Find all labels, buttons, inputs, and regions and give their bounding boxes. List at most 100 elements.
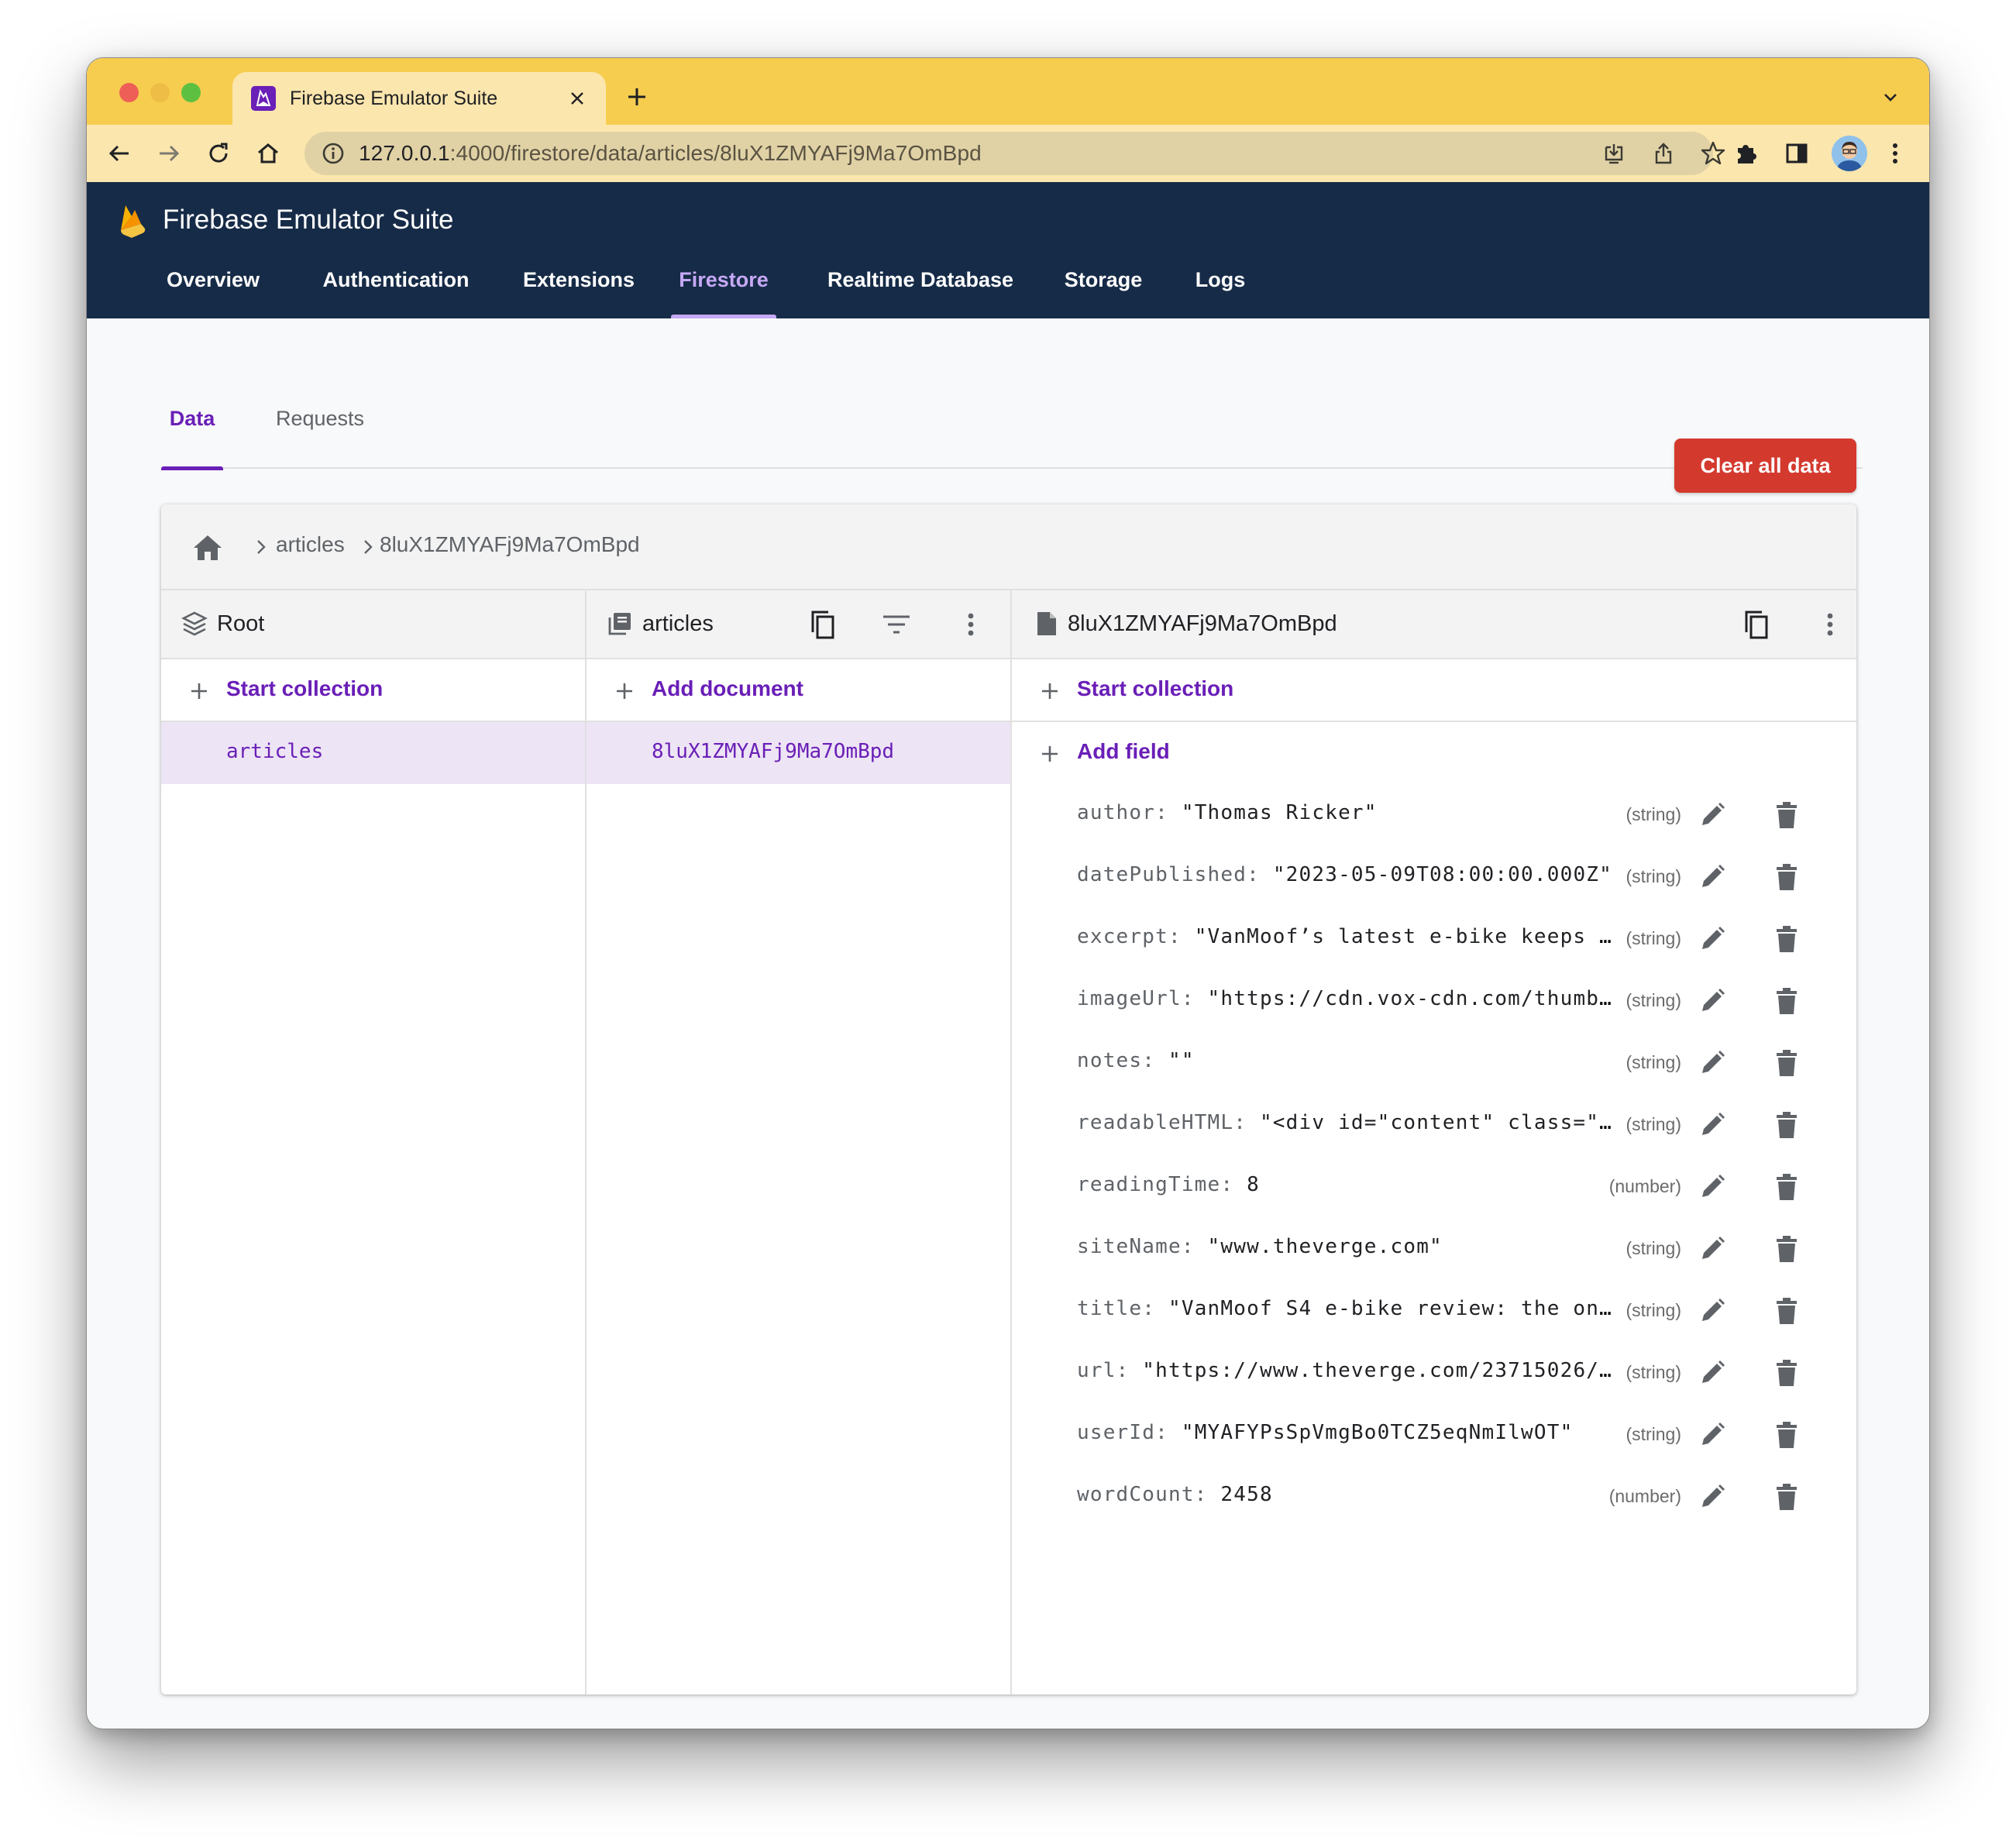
clear-all-data-button[interactable]: Clear all data <box>1674 439 1856 493</box>
field-value: "2023-05-09T08:00:00.000Z" <box>1272 863 1612 886</box>
add-field-button[interactable]: Add field <box>1012 722 1856 785</box>
field-row: siteName: "www.theverge.com" (string) <box>1012 1218 1856 1280</box>
delete-field-trash-icon[interactable] <box>1770 1170 1804 1204</box>
nav-tab-overview[interactable]: Overview <box>163 261 263 318</box>
delete-field-trash-icon[interactable] <box>1770 1294 1804 1328</box>
install-app-icon[interactable] <box>1598 138 1629 169</box>
site-info-icon[interactable] <box>322 142 345 165</box>
forward-arrow-icon[interactable] <box>150 135 187 172</box>
breadcrumb-document[interactable]: 8luX1ZMYAFj9Ma7OmBpd <box>380 532 640 557</box>
delete-field-trash-icon[interactable] <box>1770 1480 1804 1514</box>
field-value: "Thomas Ricker" <box>1181 801 1378 824</box>
close-tab-icon[interactable] <box>566 87 589 110</box>
field-entry: userId: "MYAFYPsSpVmgBo0TCZ5eqNmIlwOT" <box>1077 1421 1623 1444</box>
edit-field-pencil-icon[interactable] <box>1695 1418 1729 1452</box>
extensions-puzzle-icon[interactable] <box>1728 135 1765 172</box>
edit-field-pencil-icon[interactable] <box>1695 922 1729 956</box>
nav-tab-authentication[interactable]: Authentication <box>313 261 479 318</box>
profile-avatar[interactable] <box>1832 136 1867 171</box>
document-icon <box>1032 609 1061 638</box>
breadcrumb-home-icon[interactable] <box>191 532 225 563</box>
address-bar[interactable]: 127.0.0.1:4000/firestore/data/articles/8… <box>304 132 1725 175</box>
document-column: 8luX1ZMYAFj9Ma7OmBpd Start collection Ad <box>1012 590 1856 1694</box>
delete-field-trash-icon[interactable] <box>1770 860 1804 894</box>
browser-menu-icon[interactable] <box>1877 135 1914 172</box>
copy-collection-id-icon[interactable] <box>803 606 841 643</box>
edit-field-pencil-icon[interactable] <box>1695 984 1729 1018</box>
share-icon[interactable] <box>1648 138 1679 169</box>
field-key: readableHTML: <box>1077 1111 1247 1134</box>
edit-field-pencil-icon[interactable] <box>1695 1170 1729 1204</box>
nav-tab-storage[interactable]: Storage <box>1054 261 1153 318</box>
field-value: "<div id="content" class="cle… <box>1259 1111 1623 1134</box>
root-column: Root Start collection articles <box>161 590 587 1694</box>
filter-icon[interactable] <box>878 606 915 643</box>
plus-icon <box>1038 742 1061 765</box>
minimize-window-button[interactable] <box>150 83 170 102</box>
back-arrow-icon[interactable] <box>101 135 138 172</box>
edit-field-pencil-icon[interactable] <box>1695 798 1729 832</box>
edit-field-pencil-icon[interactable] <box>1695 1108 1729 1142</box>
side-panel-icon[interactable] <box>1778 135 1815 172</box>
breadcrumb-collection[interactable]: articles <box>276 532 345 557</box>
delete-field-trash-icon[interactable] <box>1770 798 1804 832</box>
reload-icon[interactable] <box>200 135 237 172</box>
delete-field-trash-icon[interactable] <box>1770 1108 1804 1142</box>
url-host: 127.0.0.1 <box>359 141 450 165</box>
field-key: imageUrl: <box>1077 987 1195 1010</box>
edit-field-pencil-icon[interactable] <box>1695 1480 1729 1514</box>
edit-field-pencil-icon[interactable] <box>1695 1294 1729 1328</box>
field-entry: title: "VanMoof S4 e-bike review: the on… <box>1077 1297 1623 1320</box>
tab-requests[interactable]: Requests <box>262 368 378 469</box>
collection-menu-icon[interactable] <box>952 606 989 643</box>
delete-field-trash-icon[interactable] <box>1770 1232 1804 1266</box>
edit-field-pencil-icon[interactable] <box>1695 860 1729 894</box>
field-type: (number) <box>1608 1176 1681 1196</box>
delete-field-trash-icon[interactable] <box>1770 984 1804 1018</box>
edit-field-pencil-icon[interactable] <box>1695 1046 1729 1080</box>
plus-icon <box>613 679 636 703</box>
tab-search-chevron-icon[interactable] <box>1875 81 1906 112</box>
document-list-item[interactable]: 8luX1ZMYAFj9Ma7OmBpd <box>587 722 1010 784</box>
breadcrumb-chevron-icon <box>251 536 271 558</box>
breadcrumb: articles 8luX1ZMYAFj9Ma7OmBpd <box>161 504 1856 590</box>
home-icon[interactable] <box>249 135 287 172</box>
field-entry: excerpt: "VanMoof’s latest e-bike keeps … <box>1077 925 1623 948</box>
collection-list-item[interactable]: articles <box>161 722 585 784</box>
app-title: Firebase Emulator Suite <box>163 205 454 235</box>
add-document-button[interactable]: Add document <box>587 659 1010 722</box>
document-menu-icon[interactable] <box>1811 606 1849 643</box>
close-window-button[interactable] <box>119 83 139 102</box>
edit-field-pencil-icon[interactable] <box>1695 1356 1729 1390</box>
nav-tab-firestore[interactable]: Firestore <box>671 261 776 318</box>
browser-tab[interactable]: Firebase Emulator Suite <box>232 72 606 125</box>
collection-icon <box>605 609 635 638</box>
field-entry: datePublished: "2023-05-09T08:00:00.000Z… <box>1077 863 1623 886</box>
field-value: "https://cdn.vox-cdn.com/thumbor/… <box>1207 987 1623 1010</box>
field-entry: readableHTML: "<div id="content" class="… <box>1077 1111 1623 1134</box>
delete-field-trash-icon[interactable] <box>1770 1418 1804 1452</box>
root-column-header: Root <box>161 590 585 659</box>
bookmark-star-icon[interactable] <box>1698 138 1729 169</box>
edit-field-pencil-icon[interactable] <box>1695 1232 1729 1266</box>
delete-field-trash-icon[interactable] <box>1770 1046 1804 1080</box>
copy-document-id-icon[interactable] <box>1737 606 1774 643</box>
tab-data[interactable]: Data <box>161 368 223 470</box>
field-type: (number) <box>1608 1486 1681 1506</box>
delete-field-trash-icon[interactable] <box>1770 922 1804 956</box>
firestore-data-panel: articles 8luX1ZMYAFj9Ma7OmBpd Root Start… <box>161 504 1856 1694</box>
field-entry: siteName: "www.theverge.com" <box>1077 1235 1623 1258</box>
document-column-header: 8luX1ZMYAFj9Ma7OmBpd <box>1012 590 1856 659</box>
zoom-window-button[interactable] <box>181 83 201 102</box>
field-key: url: <box>1077 1359 1130 1382</box>
field-row: readableHTML: "<div id="content" class="… <box>1012 1094 1856 1156</box>
nav-tab-extensions[interactable]: Extensions <box>514 261 643 318</box>
nav-tab-logs[interactable]: Logs <box>1185 261 1255 318</box>
field-type: (string) <box>1626 866 1681 886</box>
field-key: readingTime: <box>1077 1173 1234 1196</box>
delete-field-trash-icon[interactable] <box>1770 1356 1804 1390</box>
start-subcollection-button[interactable]: Start collection <box>1012 659 1856 722</box>
start-collection-button[interactable]: Start collection <box>161 659 585 722</box>
new-tab-icon[interactable] <box>621 81 652 112</box>
nav-tab-realtime-database[interactable]: Realtime Database <box>815 261 1026 318</box>
